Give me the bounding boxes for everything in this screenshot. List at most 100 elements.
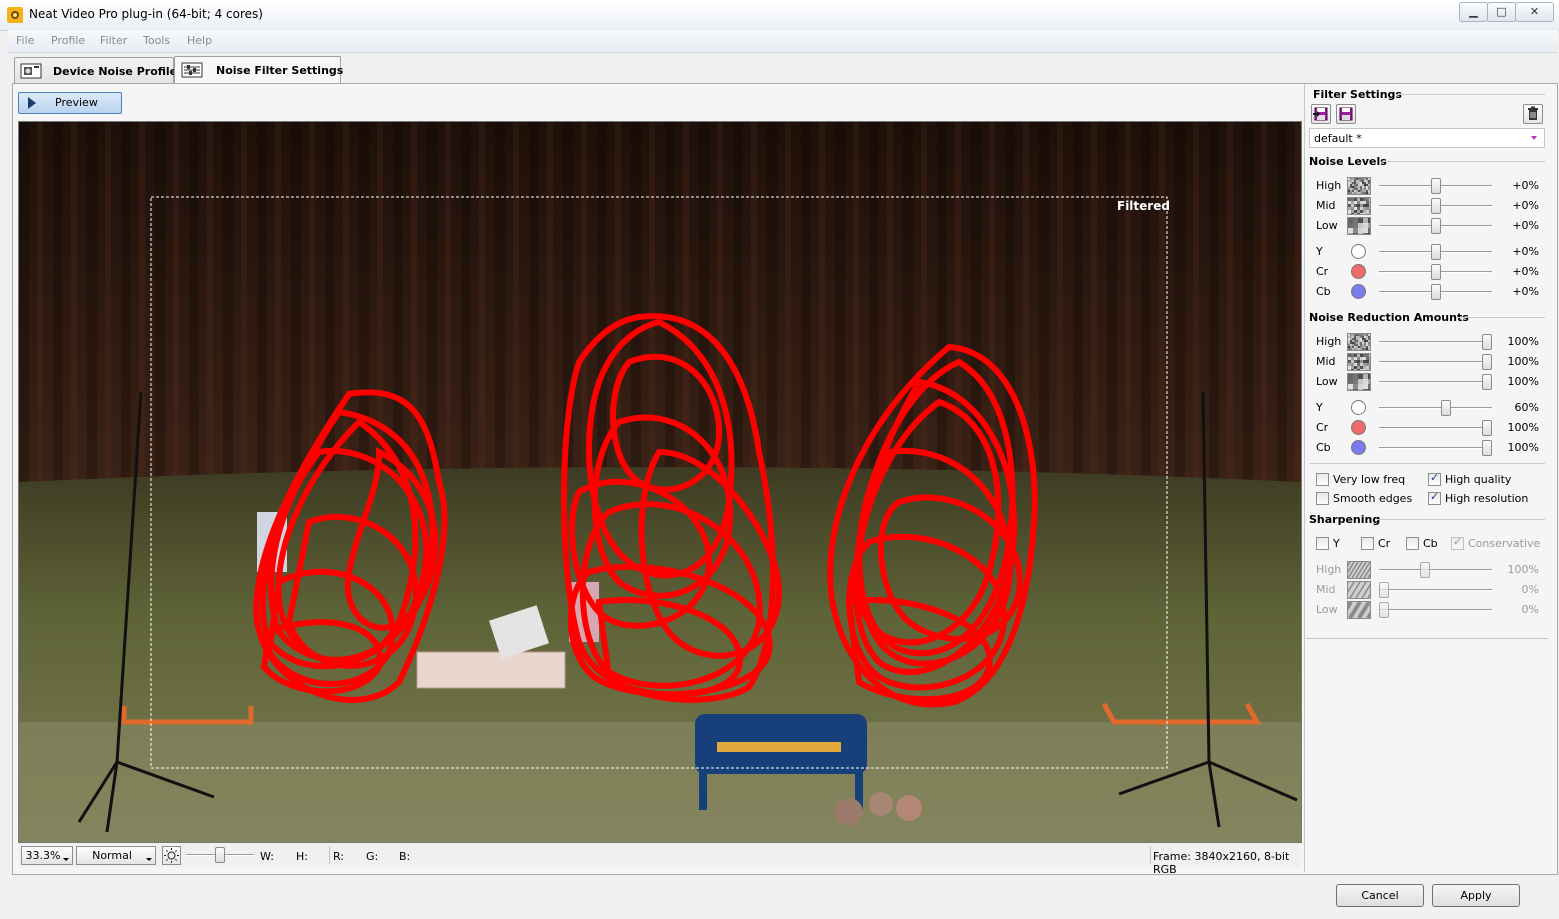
tab-label: Device Noise Profile — [53, 65, 178, 78]
noise-reduction-title: Noise Reduction Amounts — [1309, 311, 1469, 324]
menu-help[interactable]: Help — [187, 34, 212, 47]
menu-tools[interactable]: Tools — [143, 34, 170, 47]
chevron-down-icon — [63, 858, 69, 861]
preset-select[interactable]: default * — [1309, 128, 1545, 148]
zoom-combo[interactable]: 33.3% — [21, 846, 73, 865]
maximize-icon: □ — [1496, 5, 1507, 18]
cancel-button[interactable]: Cancel — [1336, 884, 1424, 907]
load-preset-button[interactable] — [1311, 104, 1331, 124]
noise-reduction-high-slider-track[interactable] — [1379, 341, 1492, 343]
trash-icon — [1528, 106, 1538, 120]
minimize-button[interactable]: ▁ — [1459, 2, 1488, 22]
noise-reduction-high-slider-thumb[interactable] — [1482, 334, 1492, 350]
sharpening-mid-value: 0% — [1521, 583, 1539, 596]
noise-reduction-cb-slider-thumb[interactable] — [1482, 440, 1492, 456]
viewer-status-bar: 33.3% Normal W: H: R: G: B: Frame: 3840x… — [18, 843, 1300, 876]
noise-reduction-low-slider-thumb[interactable] — [1482, 374, 1492, 390]
close-button[interactable]: ✕ — [1515, 2, 1554, 22]
noise-reduction-y-slider-track[interactable] — [1379, 407, 1492, 409]
preview-button[interactable]: Preview — [18, 92, 122, 114]
section-line — [1310, 463, 1545, 464]
conservative-label: Conservative — [1468, 537, 1541, 550]
noise-level-y-slider-thumb[interactable] — [1430, 244, 1441, 260]
tab-device-noise-profile[interactable]: Device Noise Profile — [14, 57, 178, 84]
noise-reduction-mid-slider-thumb[interactable] — [1482, 354, 1492, 370]
section-line — [1456, 317, 1545, 318]
height-label: H: — [296, 850, 308, 863]
apply-button[interactable]: Apply — [1432, 884, 1520, 907]
sharpening-high-slider-thumb[interactable] — [1420, 562, 1431, 578]
green-label: G: — [366, 850, 379, 863]
cancel-label: Cancel — [1361, 889, 1399, 902]
noise-reduction-cb-value: 100% — [1507, 441, 1539, 454]
high-resolution-checkbox[interactable] — [1428, 490, 1441, 505]
sharpening-mid-label: Mid — [1316, 583, 1336, 596]
video-frame — [19, 122, 1301, 842]
high-quality-label: High quality — [1445, 473, 1512, 486]
tab-label: Noise Filter Settings — [216, 64, 344, 77]
y-channel-color-icon — [1351, 400, 1366, 415]
filtered-label: Filtered — [1117, 199, 1170, 213]
noise-reduction-cb-slider-track[interactable] — [1379, 447, 1492, 449]
brightness-slider-thumb[interactable] — [215, 847, 225, 863]
chevron-down-icon — [146, 858, 152, 861]
load-floppy-icon — [1313, 107, 1328, 121]
noise-level-low-slider-thumb[interactable] — [1430, 218, 1441, 234]
noise-level-mid-value: +0% — [1512, 199, 1539, 212]
very-low-freq-checkbox[interactable] — [1316, 473, 1329, 486]
sharpen-y-checkbox[interactable] — [1316, 537, 1329, 550]
noise-reduction-low-slider-track[interactable] — [1379, 381, 1492, 383]
noise-mid-frequency-icon — [1347, 197, 1372, 216]
noise-reduction-low-value: 100% — [1507, 375, 1539, 388]
sharpen-high-frequency-icon — [1331, 561, 1387, 579]
maximize-button[interactable]: □ — [1487, 2, 1516, 22]
panel-divider — [1304, 84, 1305, 872]
sharpen-cb-checkbox[interactable] — [1406, 537, 1419, 550]
menu-file[interactable]: File — [16, 34, 34, 47]
sharpen-cr-label: Cr — [1378, 537, 1391, 550]
save-preset-button[interactable] — [1336, 104, 1356, 124]
noise-level-cb-slider-thumb[interactable] — [1430, 284, 1441, 300]
high-quality-checkbox[interactable] — [1428, 471, 1441, 486]
section-line — [1377, 519, 1545, 520]
sharpening-high-value: 100% — [1507, 563, 1539, 576]
filter-settings-icon — [181, 62, 203, 78]
sharpening-high-slider-track[interactable] — [1379, 569, 1492, 571]
video-viewport[interactable]: Filtered — [18, 121, 1302, 843]
noise-levels-title: Noise Levels — [1309, 155, 1387, 168]
display-mode-combo[interactable]: Normal — [76, 846, 156, 865]
noise-level-high-slider-thumb[interactable] — [1430, 178, 1441, 194]
noise-level-mid-label: Mid — [1316, 199, 1336, 212]
menu-profile[interactable]: Profile — [51, 34, 85, 47]
sharpen-mid-frequency-icon — [1331, 581, 1385, 599]
menu-filter[interactable]: Filter — [100, 34, 127, 47]
divider — [329, 846, 330, 864]
noise-high-frequency-icon — [1347, 333, 1371, 351]
sharpening-mid-slider-thumb[interactable] — [1379, 582, 1389, 598]
sharpening-low-slider-thumb[interactable] — [1379, 602, 1389, 618]
smooth-edges-label: Smooth edges — [1333, 492, 1413, 505]
brightness-button[interactable] — [162, 846, 181, 865]
noise-level-cr-value: +0% — [1512, 265, 1539, 278]
noise-reduction-cr-slider-thumb[interactable] — [1482, 420, 1492, 436]
sharpening-mid-slider-track[interactable] — [1379, 589, 1492, 591]
display-mode-value: Normal — [92, 849, 132, 862]
cr-channel-color-icon — [1351, 420, 1366, 435]
sharpen-cr-checkbox[interactable] — [1361, 537, 1374, 550]
noise-level-cb-label: Cb — [1316, 285, 1331, 298]
section-line — [1382, 161, 1545, 162]
noise-reduction-y-slider-thumb[interactable] — [1440, 400, 1451, 416]
smooth-edges-checkbox[interactable] — [1316, 492, 1329, 505]
noise-level-cr-slider-thumb[interactable] — [1430, 264, 1441, 280]
noise-reduction-mid-slider-track[interactable] — [1379, 361, 1492, 363]
sharpening-low-value: 0% — [1521, 603, 1539, 616]
conservative-checkbox[interactable] — [1451, 535, 1464, 550]
cr-channel-color-icon — [1351, 264, 1366, 279]
delete-preset-button[interactable] — [1523, 104, 1543, 124]
noise-reduction-mid-value: 100% — [1507, 355, 1539, 368]
noise-level-low-value: +0% — [1512, 219, 1539, 232]
sharpening-low-slider-track[interactable] — [1379, 609, 1492, 611]
noise-level-mid-slider-thumb[interactable] — [1430, 198, 1441, 214]
tab-noise-filter-settings[interactable]: Noise Filter Settings — [174, 56, 344, 85]
noise-reduction-cr-slider-track[interactable] — [1379, 427, 1492, 429]
